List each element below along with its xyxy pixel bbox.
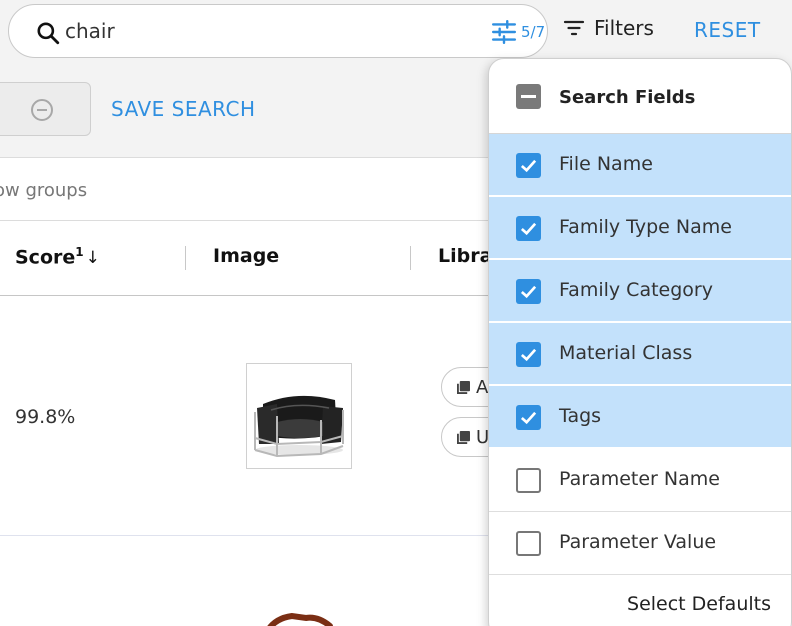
search-box[interactable]: chair 5/7 — [8, 4, 548, 58]
filter-list-icon — [563, 20, 585, 36]
field-option-label: Material Class — [559, 342, 693, 364]
field-option-label: Parameter Value — [559, 531, 717, 553]
checkbox-checked[interactable] — [516, 405, 541, 430]
chair-thumbnail[interactable] — [246, 363, 352, 469]
tune-sliders-icon — [491, 20, 517, 44]
remove-circle-icon[interactable] — [30, 98, 54, 122]
field-option-family-category[interactable]: Family Category — [489, 260, 791, 323]
field-option-tags[interactable]: Tags — [489, 386, 791, 449]
checkbox-unchecked[interactable] — [516, 468, 541, 493]
chair-thumbnail[interactable] — [246, 600, 352, 626]
field-option-parameter-name[interactable]: Parameter Name — [489, 449, 791, 512]
select-all-fields[interactable]: Search Fields — [489, 59, 791, 134]
field-option-file-name[interactable]: File Name — [489, 134, 791, 197]
checkbox-unchecked[interactable] — [516, 531, 541, 556]
column-divider[interactable] — [185, 246, 186, 270]
armchair-image — [247, 364, 351, 468]
column-header-score[interactable]: Score1 ↓ — [15, 245, 100, 268]
field-option-label: Tags — [559, 405, 602, 427]
library-books-icon — [457, 380, 470, 394]
wooden-chair-image — [246, 600, 352, 626]
check-icon — [520, 159, 537, 173]
column-header-image[interactable]: Image — [213, 245, 279, 267]
checkbox-checked[interactable] — [516, 153, 541, 178]
search-input[interactable]: chair — [65, 19, 115, 43]
popover-title: Search Fields — [559, 87, 696, 108]
check-icon — [520, 222, 537, 236]
field-option-label: Family Category — [559, 279, 713, 301]
field-option-label: Family Type Name — [559, 216, 732, 238]
field-option-material-class[interactable]: Material Class — [489, 323, 791, 386]
save-search-button[interactable]: SAVE SEARCH — [111, 97, 256, 121]
filters-button[interactable]: Filters — [562, 16, 654, 40]
field-option-label: File Name — [559, 153, 653, 175]
checkbox-checked[interactable] — [516, 342, 541, 367]
search-field-count: 5/7 — [521, 23, 546, 41]
saved-search-select[interactable] — [0, 82, 91, 136]
sort-descending-icon: ↓ — [85, 248, 100, 269]
field-option-label: Parameter Name — [559, 468, 720, 490]
search-fields-popover: Search Fields File Name Family Type Name… — [488, 58, 792, 626]
row-groups-hint: ow groups — [0, 180, 88, 201]
indeterminate-checkbox[interactable] — [516, 84, 541, 109]
check-icon — [520, 348, 537, 362]
search-fields-toggle[interactable]: 5/7 — [491, 20, 545, 44]
filters-label: Filters — [594, 16, 654, 40]
library-books-icon — [457, 430, 470, 444]
sort-order-index: 1 — [75, 245, 84, 259]
column-divider[interactable] — [410, 246, 411, 270]
field-option-family-type-name[interactable]: Family Type Name — [489, 197, 791, 260]
reset-button[interactable]: RESET — [694, 18, 761, 42]
library-chip-label: A — [476, 376, 489, 398]
search-icon — [37, 22, 60, 45]
checkbox-checked[interactable] — [516, 216, 541, 241]
checkbox-checked[interactable] — [516, 279, 541, 304]
check-icon — [520, 285, 537, 299]
check-icon — [520, 411, 537, 425]
field-option-parameter-value[interactable]: Parameter Value — [489, 512, 791, 575]
score-cell: 99.8% — [15, 406, 76, 428]
select-defaults-button[interactable]: Select Defaults — [627, 593, 771, 615]
